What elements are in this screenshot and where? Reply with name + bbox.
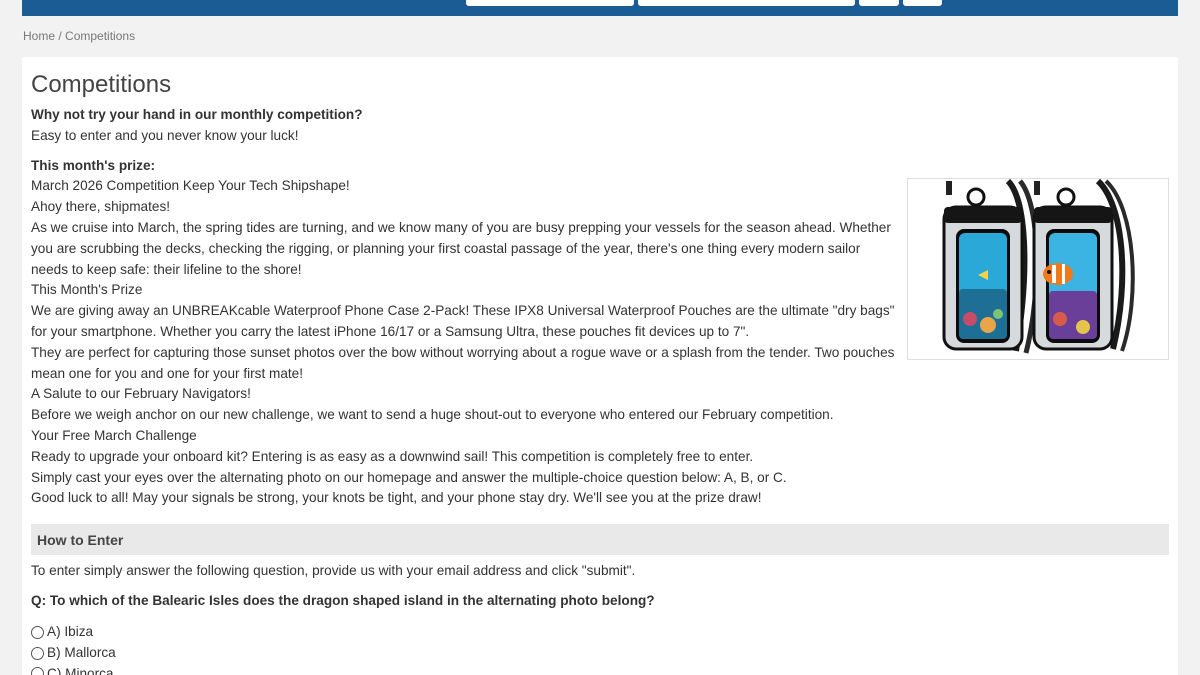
answer-option-label: A) Ibiza	[47, 624, 94, 639]
how-to-enter-heading: How to Enter	[31, 524, 1169, 555]
prize-line: Your Free March Challenge	[31, 427, 197, 443]
prize-line: Good luck to all! May your signals be st…	[31, 490, 762, 506]
prize-image	[907, 178, 1169, 360]
prize-line: This Month's Prize	[31, 282, 143, 298]
radio-button[interactable]	[31, 625, 44, 639]
intro-line: Easy to enter and you never know your lu…	[31, 127, 299, 143]
page-title: Competitions	[31, 71, 172, 98]
header-button[interactable]	[859, 0, 899, 6]
breadcrumb-home-link[interactable]: Home	[23, 29, 55, 43]
competition-question: Q: To which of the Balearic Isles does t…	[31, 593, 655, 608]
intro-heading: Why not try your hand in our monthly com…	[31, 107, 363, 122]
prize-heading: This month's prize:	[31, 157, 156, 173]
header-select-field[interactable]	[638, 0, 855, 6]
prize-line: As we cruise into March, the spring tide…	[31, 219, 891, 277]
prize-line: Simply cast your eyes over the alternati…	[31, 469, 787, 485]
prize-line: March 2026 Competition Keep Your Tech Sh…	[31, 178, 350, 194]
breadcrumb-current: Competitions	[65, 29, 136, 43]
radio-button[interactable]	[31, 667, 44, 675]
competition-description: Why not try your hand in our monthly com…	[31, 105, 901, 509]
answer-option-b[interactable]: B) Mallorca	[31, 643, 116, 664]
prize-line: Before we weigh anchor on our new challe…	[31, 407, 834, 423]
answer-option-label: C) Minorca	[47, 665, 114, 675]
answer-options: A) Ibiza B) Mallorca C) Minorca	[31, 622, 116, 675]
prize-line: They are perfect for capturing those sun…	[31, 344, 895, 381]
answer-option-a[interactable]: A) Ibiza	[31, 622, 116, 643]
content-panel: Competitions Why not try your hand in ou…	[22, 57, 1178, 675]
entry-instructions: To enter simply answer the following que…	[31, 563, 636, 578]
header-button[interactable]	[903, 0, 942, 6]
prize-line: Ready to upgrade your onboard kit? Enter…	[31, 448, 754, 464]
waterproof-phone-cases-image	[942, 178, 1135, 354]
prize-line: We are giving away an UNBREAKcable Water…	[31, 303, 895, 339]
answer-option-label: B) Mallorca	[47, 644, 116, 660]
prize-line: Ahoy there, shipmates!	[31, 199, 171, 215]
answer-option-c[interactable]: C) Minorca	[31, 664, 116, 675]
header-search-field[interactable]	[466, 0, 634, 6]
breadcrumb-separator: /	[55, 29, 66, 43]
breadcrumb: Home / Competitions	[23, 29, 135, 43]
prize-line: A Salute to our February Navigators!	[31, 386, 251, 402]
top-navigation-bar	[22, 0, 1178, 16]
radio-button[interactable]	[31, 646, 44, 660]
